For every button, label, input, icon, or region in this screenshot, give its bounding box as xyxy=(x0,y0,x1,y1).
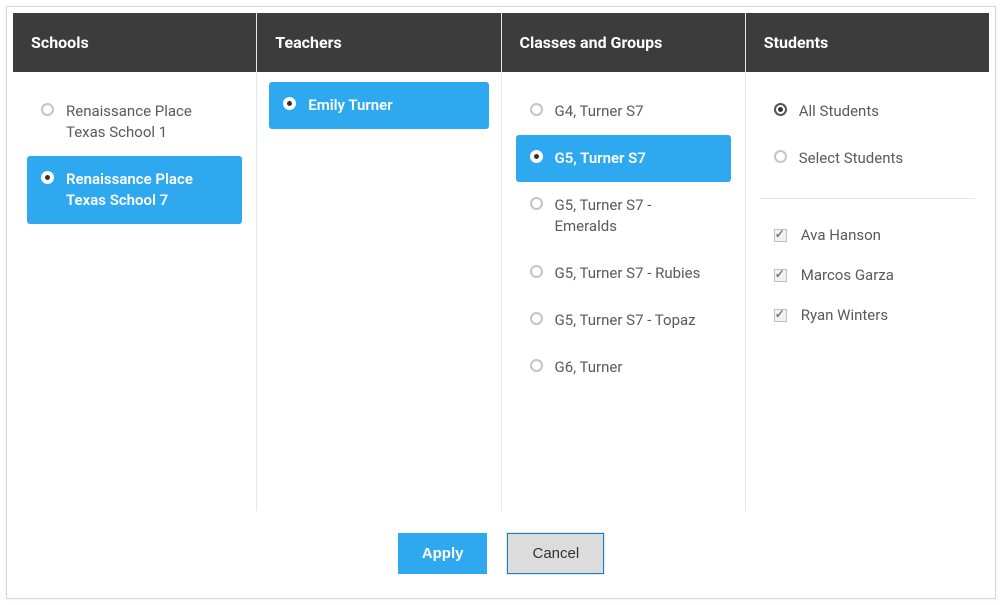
checkbox-icon xyxy=(774,309,787,322)
checkbox-icon xyxy=(774,229,787,242)
student-item[interactable]: Marcos Garza xyxy=(760,255,975,295)
class-label: G5, Turner S7 xyxy=(555,148,646,169)
radio-icon xyxy=(530,359,543,372)
checkbox-icon xyxy=(774,269,787,282)
classes-header: Classes and Groups xyxy=(502,13,745,72)
students-header: Students xyxy=(746,13,989,72)
class-option[interactable]: G6, Turner xyxy=(516,344,731,391)
columns-container: Schools Renaissance Place Texas School 1… xyxy=(7,7,995,511)
class-label: G5, Turner S7 - Emeralds xyxy=(555,195,717,237)
student-name: Ryan Winters xyxy=(801,306,888,324)
student-item[interactable]: Ryan Winters xyxy=(760,295,975,335)
radio-icon xyxy=(774,150,787,163)
teacher-option[interactable]: Emily Turner xyxy=(269,82,488,129)
schools-body: Renaissance Place Texas School 1 Renaiss… xyxy=(13,72,256,511)
apply-button[interactable]: Apply xyxy=(398,533,488,574)
radio-icon xyxy=(530,312,543,325)
class-option[interactable]: G5, Turner S7 xyxy=(516,135,731,182)
class-label: G6, Turner xyxy=(555,357,623,378)
radio-icon xyxy=(774,103,787,116)
class-option[interactable]: G5, Turner S7 - Rubies xyxy=(516,250,731,297)
teacher-label: Emily Turner xyxy=(308,95,392,116)
school-option[interactable]: Renaissance Place Texas School 1 xyxy=(27,88,242,156)
radio-icon xyxy=(41,171,54,184)
students-option-label: Select Students xyxy=(799,148,903,169)
radio-icon xyxy=(530,150,543,163)
students-option-select[interactable]: Select Students xyxy=(760,135,975,182)
class-label: G4, Turner S7 xyxy=(555,101,644,122)
student-item[interactable]: Ava Hanson xyxy=(760,215,975,255)
radio-icon xyxy=(283,97,296,110)
students-body: All Students Select Students Ava Hanson … xyxy=(746,72,989,511)
students-column: Students All Students Select Students Av… xyxy=(746,13,989,511)
teachers-body: Emily Turner xyxy=(257,72,500,511)
classes-column: Classes and Groups G4, Turner S7 G5, Tur… xyxy=(502,13,746,511)
radio-icon xyxy=(530,265,543,278)
class-label: G5, Turner S7 - Rubies xyxy=(555,263,701,284)
cancel-button[interactable]: Cancel xyxy=(507,533,604,574)
radio-icon xyxy=(530,197,543,210)
student-name: Marcos Garza xyxy=(801,266,894,284)
class-label: G5, Turner S7 - Topaz xyxy=(555,310,696,331)
school-option[interactable]: Renaissance Place Texas School 7 xyxy=(27,156,242,224)
teachers-column: Teachers Emily Turner xyxy=(257,13,501,511)
selection-modal: Schools Renaissance Place Texas School 1… xyxy=(6,6,996,599)
schools-header: Schools xyxy=(13,13,256,72)
radio-icon xyxy=(41,103,54,116)
students-option-all[interactable]: All Students xyxy=(760,88,975,135)
class-option[interactable]: G4, Turner S7 xyxy=(516,88,731,135)
school-label: Renaissance Place Texas School 7 xyxy=(66,169,228,211)
school-label: Renaissance Place Texas School 1 xyxy=(66,101,228,143)
class-option[interactable]: G5, Turner S7 - Topaz xyxy=(516,297,731,344)
students-option-label: All Students xyxy=(799,101,879,122)
modal-footer: Apply Cancel xyxy=(7,511,995,598)
classes-body: G4, Turner S7 G5, Turner S7 G5, Turner S… xyxy=(502,72,745,511)
divider xyxy=(760,198,975,199)
class-option[interactable]: G5, Turner S7 - Emeralds xyxy=(516,182,731,250)
schools-column: Schools Renaissance Place Texas School 1… xyxy=(13,13,257,511)
teachers-header: Teachers xyxy=(257,13,500,72)
radio-icon xyxy=(530,103,543,116)
student-name: Ava Hanson xyxy=(801,226,881,244)
